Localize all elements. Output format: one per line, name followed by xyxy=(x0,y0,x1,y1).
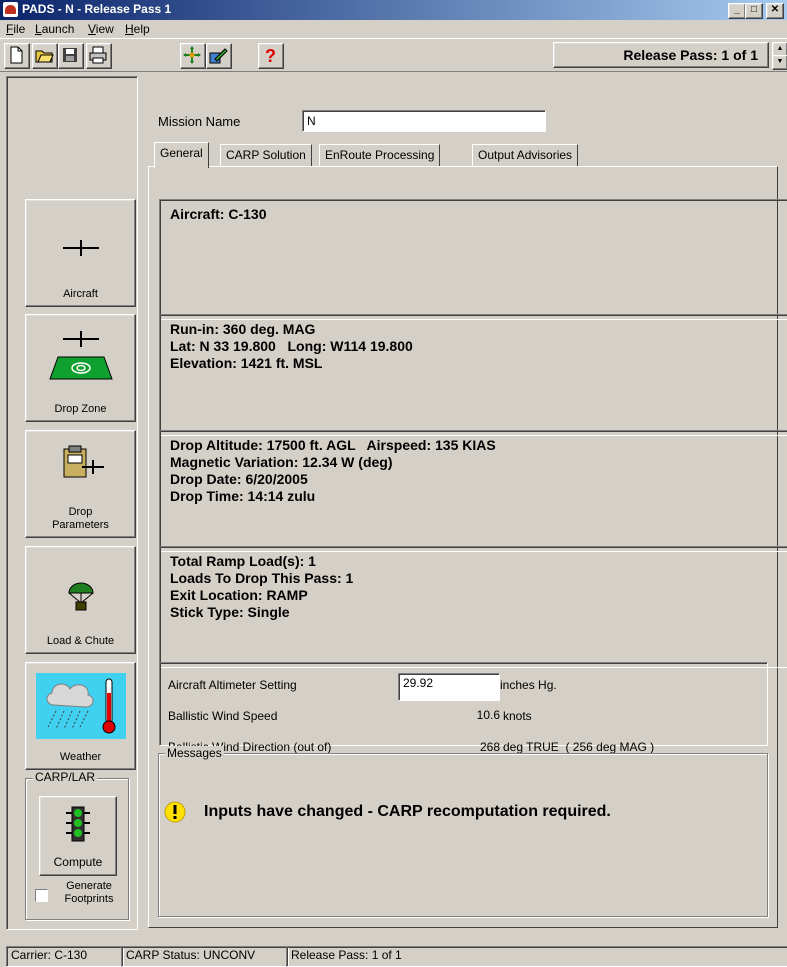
messages-label: Messages xyxy=(165,746,224,760)
nav-weather-button[interactable]: Weather xyxy=(25,662,136,770)
wind-speed-unit: knots xyxy=(503,709,532,723)
tab-general[interactable]: General xyxy=(154,142,209,168)
load-chute-info-box[interactable]: Total Ramp Load(s): 1 Loads To Drop This… xyxy=(159,546,787,668)
edit-draw-icon xyxy=(209,48,228,64)
compute-button[interactable]: Compute xyxy=(39,796,117,876)
aircraft-info-box[interactable]: Aircraft: C-130 xyxy=(159,199,787,320)
tab-output-advisories[interactable]: Output Advisories xyxy=(472,144,579,166)
menu-help[interactable]: Help xyxy=(125,22,150,36)
generate-footprints-label: Generate Footprints xyxy=(64,880,114,905)
drop-zone-info-box[interactable]: Run-in: 360 deg. MAG Lat: N 33 19.800 Lo… xyxy=(159,314,787,436)
tab-enroute-processing[interactable]: EnRoute Processing xyxy=(319,144,441,166)
message-text: Inputs have changed - CARP recomputation… xyxy=(204,803,611,820)
carp-lar-label: CARP/LAR xyxy=(33,770,98,784)
weather-icon xyxy=(35,673,126,739)
nav-aircraft-button[interactable]: Aircraft xyxy=(25,199,136,307)
save-button[interactable] xyxy=(58,43,84,69)
nav-drop-zone-button[interactable]: Drop Zone xyxy=(25,314,136,422)
spinner-down-button[interactable]: ▼ xyxy=(772,55,787,70)
minimize-button[interactable]: _ xyxy=(728,3,746,19)
help-button[interactable]: ? xyxy=(258,43,284,69)
generate-footprints-checkbox[interactable] xyxy=(35,889,48,902)
status-carrier: Carrier: C-130 xyxy=(6,946,124,967)
status-carp: CARP Status: UNCONV xyxy=(121,946,289,967)
nav-drop-parameters-button[interactable]: Drop Parameters xyxy=(25,430,136,538)
new-button[interactable] xyxy=(4,43,30,69)
wind-speed-value: 10.6 xyxy=(476,708,500,722)
wind-direction-unit: deg TRUE ( 256 deg MAG ) xyxy=(503,740,655,754)
wind-direction-value: 268 xyxy=(479,740,500,754)
drop-parameters-info-box[interactable]: Drop Altitude: 17500 ft. AGL Airspeed: 1… xyxy=(159,430,787,552)
clipboard-icon xyxy=(63,445,104,478)
maximize-button[interactable]: □ xyxy=(745,3,763,19)
help-question-icon: ? xyxy=(265,46,276,66)
print-button[interactable] xyxy=(86,43,112,69)
menu-launch[interactable]: Launch xyxy=(35,22,74,36)
drop-zone-icon xyxy=(48,331,113,380)
release-pass-spinner[interactable]: ▲ ▼ xyxy=(772,42,787,70)
svg-text:?: ? xyxy=(265,46,276,66)
traffic-light-icon xyxy=(66,806,90,842)
open-button[interactable] xyxy=(32,43,58,69)
center-button[interactable] xyxy=(180,43,206,69)
app-parachute-icon xyxy=(3,2,18,17)
nav-load-chute-button[interactable]: Load & Chute xyxy=(25,546,136,654)
open-folder-icon xyxy=(35,50,54,63)
menu-view[interactable]: View xyxy=(88,22,114,36)
close-button[interactable]: ✕ xyxy=(766,3,784,19)
tab-carp-solution[interactable]: CARP Solution xyxy=(220,144,312,166)
window-title: PADS - N - Release Pass 1 xyxy=(22,2,172,16)
messages-group xyxy=(158,753,768,917)
release-pass-readout: Release Pass: 1 of 1 xyxy=(553,42,769,68)
title-bar[interactable]: PADS - N - Release Pass 1 _ □ ✕ xyxy=(0,0,787,20)
altimeter-unit: inches Hg. xyxy=(500,678,557,692)
edit-button[interactable] xyxy=(206,43,232,69)
altimeter-label: Aircraft Altimeter Setting xyxy=(168,678,297,692)
parachute-icon xyxy=(67,582,94,611)
menu-file[interactable]: File xyxy=(6,22,25,36)
aircraft-icon xyxy=(62,240,99,256)
warning-icon xyxy=(164,801,186,823)
mission-name-input[interactable]: N xyxy=(302,110,546,132)
mission-name-label: Mission Name xyxy=(158,114,241,129)
status-release-pass: Release Pass: 1 of 1 xyxy=(286,946,787,967)
print-icon xyxy=(89,46,107,64)
save-disk-icon xyxy=(63,48,77,62)
new-document-icon xyxy=(10,46,23,64)
crosshair-move-icon xyxy=(183,46,201,64)
wind-speed-label: Ballistic Wind Speed xyxy=(168,709,278,723)
menu-bar: File Launch View Help xyxy=(0,20,787,38)
altimeter-input[interactable]: 29.92 xyxy=(398,673,500,701)
status-bar: Carrier: C-130 CARP Status: UNCONV Relea… xyxy=(0,944,787,967)
